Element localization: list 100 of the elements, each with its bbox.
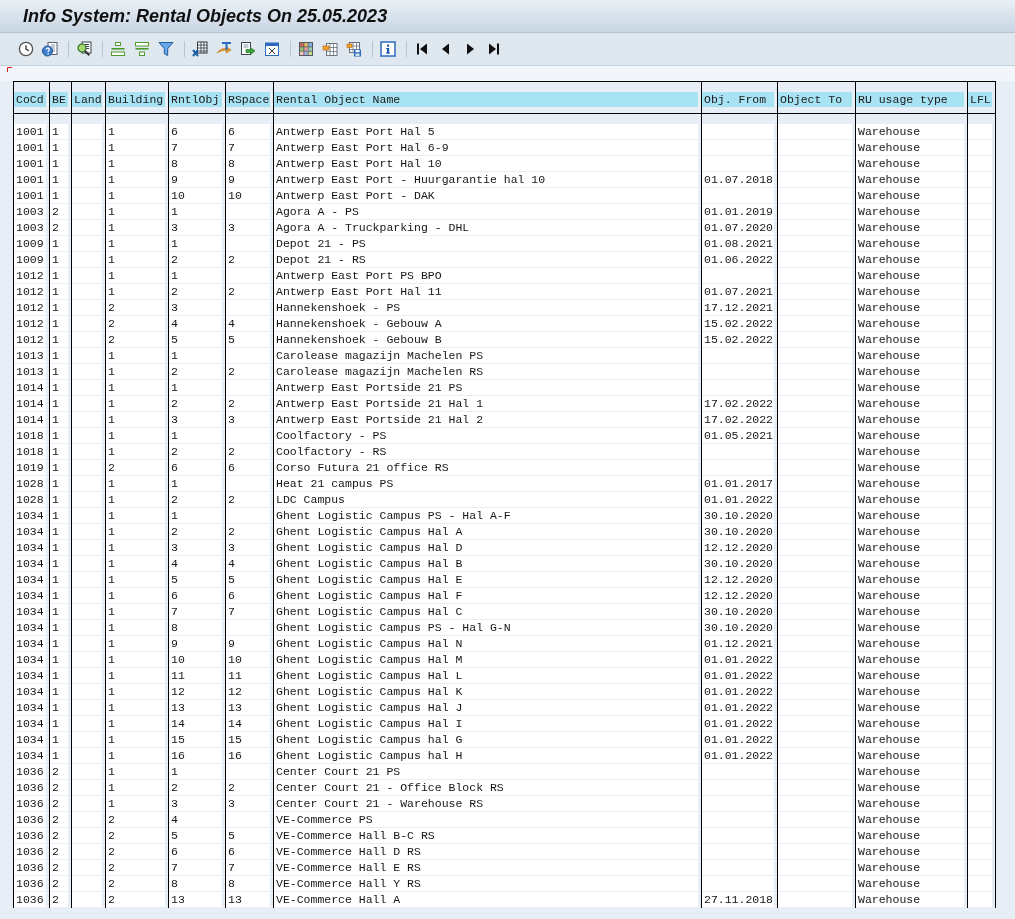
table-cell bbox=[968, 588, 992, 603]
table-cell bbox=[72, 540, 102, 555]
spreadsheet-icon[interactable] bbox=[192, 41, 208, 57]
table-cell: 1 bbox=[106, 556, 165, 571]
table-cell: 1 bbox=[50, 556, 68, 571]
table-cell bbox=[72, 220, 102, 235]
document-export-icon[interactable] bbox=[240, 41, 256, 57]
table-cell: 1 bbox=[106, 684, 165, 699]
table-cell: 2 bbox=[226, 524, 270, 539]
table-cell bbox=[226, 300, 270, 315]
table-cell: Warehouse bbox=[856, 476, 964, 491]
column-header[interactable]: Object To bbox=[778, 92, 852, 107]
table-cell: 1009 bbox=[14, 236, 46, 251]
table-cell: Warehouse bbox=[856, 748, 964, 763]
column-header[interactable]: LFL bbox=[968, 92, 992, 107]
table-cell: 1 bbox=[50, 140, 68, 155]
table-cell: 1 bbox=[106, 668, 165, 683]
table-cell: 01.12.2021 bbox=[702, 636, 774, 651]
swoosh-arrow-icon[interactable] bbox=[216, 41, 232, 57]
table-cell: 1034 bbox=[14, 540, 46, 555]
table-cell: 12.12.2020 bbox=[702, 540, 774, 555]
table-cell bbox=[226, 620, 270, 635]
table-cell: 1014 bbox=[14, 396, 46, 411]
table-cell: 10 bbox=[169, 188, 222, 203]
table-cell bbox=[72, 444, 102, 459]
table-cell bbox=[968, 220, 992, 235]
table-cell: 1 bbox=[106, 428, 165, 443]
table-cell: 13 bbox=[226, 700, 270, 715]
table-cell bbox=[968, 156, 992, 171]
table-cell: VE-Commerce PS bbox=[274, 812, 698, 827]
table-cell: 7 bbox=[226, 604, 270, 619]
table-cell: 1 bbox=[106, 444, 165, 459]
table-cell: 6 bbox=[169, 124, 222, 139]
table-cell bbox=[968, 668, 992, 683]
table-cell: Warehouse bbox=[856, 764, 964, 779]
table-cell: 1 bbox=[50, 716, 68, 731]
column-header[interactable]: Rental Object Name bbox=[274, 92, 698, 107]
table-cell: 1034 bbox=[14, 508, 46, 523]
table-cell: 2 bbox=[50, 844, 68, 859]
table-cell: 30.10.2020 bbox=[702, 524, 774, 539]
table-cell: Warehouse bbox=[856, 396, 964, 411]
column-header[interactable]: RSpace bbox=[226, 92, 270, 107]
table-cell: Warehouse bbox=[856, 636, 964, 651]
table-cell: Heat 21 campus PS bbox=[274, 476, 698, 491]
table-cell bbox=[968, 556, 992, 571]
table-cell: Warehouse bbox=[856, 652, 964, 667]
grid-highlight-icon[interactable] bbox=[322, 41, 338, 57]
sort-descending-icon[interactable] bbox=[134, 41, 150, 57]
color-grid-icon[interactable] bbox=[298, 41, 314, 57]
table-cell bbox=[968, 364, 992, 379]
search-icon[interactable] bbox=[76, 41, 92, 57]
table-cell: 2 bbox=[50, 220, 68, 235]
table-cell: Antwerp East Portside 21 Hal 2 bbox=[274, 412, 698, 427]
table-cell: Center Court 21 - Warehouse RS bbox=[274, 796, 698, 811]
table-cell: 1 bbox=[106, 236, 165, 251]
filter-icon[interactable] bbox=[158, 41, 174, 57]
table-cell: 10 bbox=[169, 652, 222, 667]
table-cell: 15.02.2022 bbox=[702, 316, 774, 331]
table-cell: 1 bbox=[50, 604, 68, 619]
column-header[interactable]: RntlObj bbox=[169, 92, 222, 107]
table-cell: Warehouse bbox=[856, 780, 964, 795]
table-cell: Hannekenshoek - Gebouw A bbox=[274, 316, 698, 331]
table-cell: 1034 bbox=[14, 588, 46, 603]
table-cell: 1 bbox=[50, 348, 68, 363]
table-cell: 1 bbox=[106, 620, 165, 635]
table-cell: 1034 bbox=[14, 636, 46, 651]
clock-icon[interactable] bbox=[18, 41, 34, 57]
document-window-icon[interactable] bbox=[264, 41, 280, 57]
table-cell: 3 bbox=[226, 412, 270, 427]
first-page-icon[interactable] bbox=[414, 41, 430, 57]
sort-ascending-icon[interactable] bbox=[110, 41, 126, 57]
table-cell bbox=[968, 476, 992, 491]
info-icon[interactable] bbox=[380, 41, 396, 57]
table-cell: 2 bbox=[106, 876, 165, 891]
column-header[interactable]: Obj. From bbox=[702, 92, 774, 107]
column-header[interactable]: Land bbox=[72, 92, 102, 107]
table-cell: Ghent Logistic Campus Hal K bbox=[274, 684, 698, 699]
table-cell: 1036 bbox=[14, 828, 46, 843]
last-page-icon[interactable] bbox=[486, 41, 502, 57]
table-cell: 2 bbox=[226, 252, 270, 267]
table-cell: 1036 bbox=[14, 892, 46, 907]
column-header[interactable]: BE bbox=[50, 92, 68, 107]
column-header[interactable]: CoCd bbox=[14, 92, 46, 107]
table-cell: 1 bbox=[106, 252, 165, 267]
table-cell bbox=[702, 780, 774, 795]
help-icon[interactable] bbox=[42, 41, 58, 57]
table-cell: Hannekenshoek - Gebouw B bbox=[274, 332, 698, 347]
grid-save-icon[interactable] bbox=[346, 41, 362, 57]
table-cell: Corso Futura 21 office RS bbox=[274, 460, 698, 475]
column-header[interactable]: RU usage type bbox=[856, 92, 964, 107]
table-cell bbox=[72, 460, 102, 475]
column-header[interactable]: Building bbox=[106, 92, 165, 107]
table-cell: 8 bbox=[169, 876, 222, 891]
table-cell: 1 bbox=[106, 172, 165, 187]
table-cell: Coolfactory - PS bbox=[274, 428, 698, 443]
table-cell: 1 bbox=[50, 124, 68, 139]
table-cell: 1001 bbox=[14, 124, 46, 139]
table-cell bbox=[72, 748, 102, 763]
table-cell: 4 bbox=[226, 556, 270, 571]
table-cell: 1 bbox=[50, 332, 68, 347]
